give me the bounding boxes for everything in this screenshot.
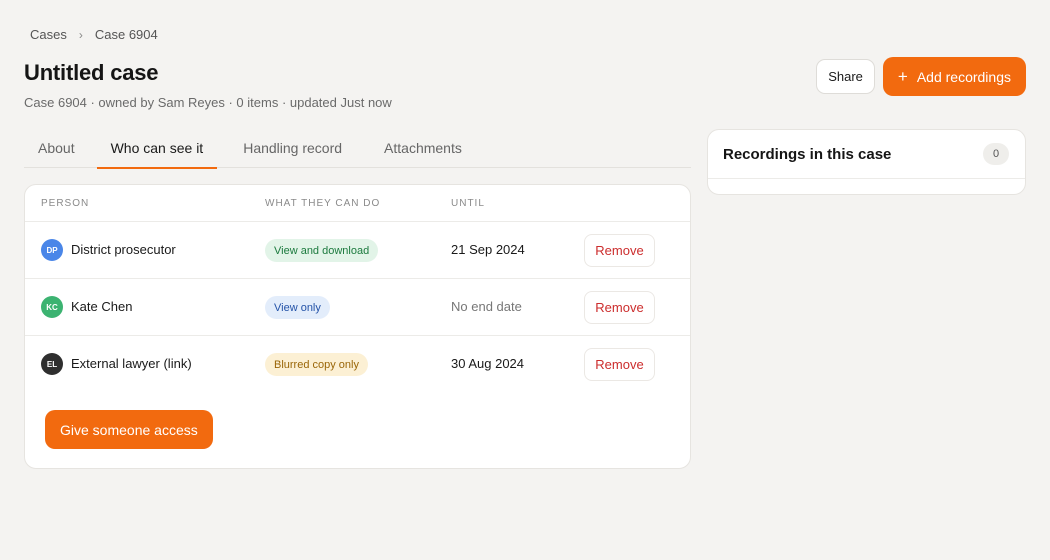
until-date: No end date [451, 299, 522, 314]
recordings-title: Recordings in this case [723, 146, 892, 163]
avatar: KC [41, 296, 63, 318]
breadcrumb-current: Case 6904 [94, 27, 158, 42]
person-name: Kate Chen [71, 299, 133, 314]
access-card: PERSON WHAT THEY CAN DO UNTIL DP Distric… [24, 184, 691, 469]
tab-about[interactable]: About [24, 130, 89, 168]
tab-who-can-see-it[interactable]: Who can see it [96, 130, 218, 169]
person-name: District prosecutor [71, 242, 176, 257]
permission-badge: Blurred copy only [265, 353, 368, 376]
recordings-panel-header: Recordings in this case 0 [708, 130, 1025, 179]
tab-attachments[interactable]: Attachments [370, 130, 476, 168]
avatar: DP [41, 239, 63, 261]
access-table-header: PERSON WHAT THEY CAN DO UNTIL [25, 185, 690, 222]
column-person: PERSON [41, 198, 90, 209]
share-button[interactable]: Share [816, 59, 875, 94]
table-row: EL External lawyer (link) Blurred copy o… [25, 336, 690, 393]
page-title: Untitled case [24, 60, 159, 85]
give-access-button[interactable]: Give someone access [45, 410, 213, 449]
plus-icon: + [897, 67, 908, 86]
remove-button[interactable]: Remove [584, 234, 655, 267]
tab-handling-record[interactable]: Handling record [229, 130, 356, 168]
add-recordings-label: Add recordings [916, 68, 1011, 85]
table-row: DP District prosecutor View and download… [25, 222, 690, 279]
avatar: EL [41, 353, 63, 375]
column-until: UNTIL [451, 198, 485, 209]
until-date: 30 Aug 2024 [451, 356, 525, 371]
remove-button[interactable]: Remove [584, 348, 655, 381]
add-recordings-button[interactable]: + Add recordings [882, 57, 1026, 96]
case-tabs: About Who can see it Handling record Att… [24, 130, 691, 169]
breadcrumb: Cases › Case 6904 [30, 27, 158, 42]
permission-badge: View only [265, 296, 330, 319]
remove-button[interactable]: Remove [584, 291, 655, 324]
person-name: External lawyer (link) [71, 356, 192, 371]
column-permission: WHAT THEY CAN DO [265, 198, 381, 209]
chevron-right-icon: › [78, 27, 83, 42]
until-date: 21 Sep 2024 [451, 242, 525, 257]
case-meta: Case 6904 · owned by Sam Reyes · 0 items… [24, 95, 392, 110]
breadcrumb-cases-link[interactable]: Cases [30, 27, 67, 42]
permission-badge: View and download [265, 239, 379, 262]
table-row: KC Kate Chen View only No end date Remov… [25, 279, 690, 336]
recordings-panel: Recordings in this case 0 [707, 129, 1026, 195]
header-actions: Share + Add recordings [816, 57, 1026, 96]
recordings-count-badge: 0 [983, 143, 1009, 165]
